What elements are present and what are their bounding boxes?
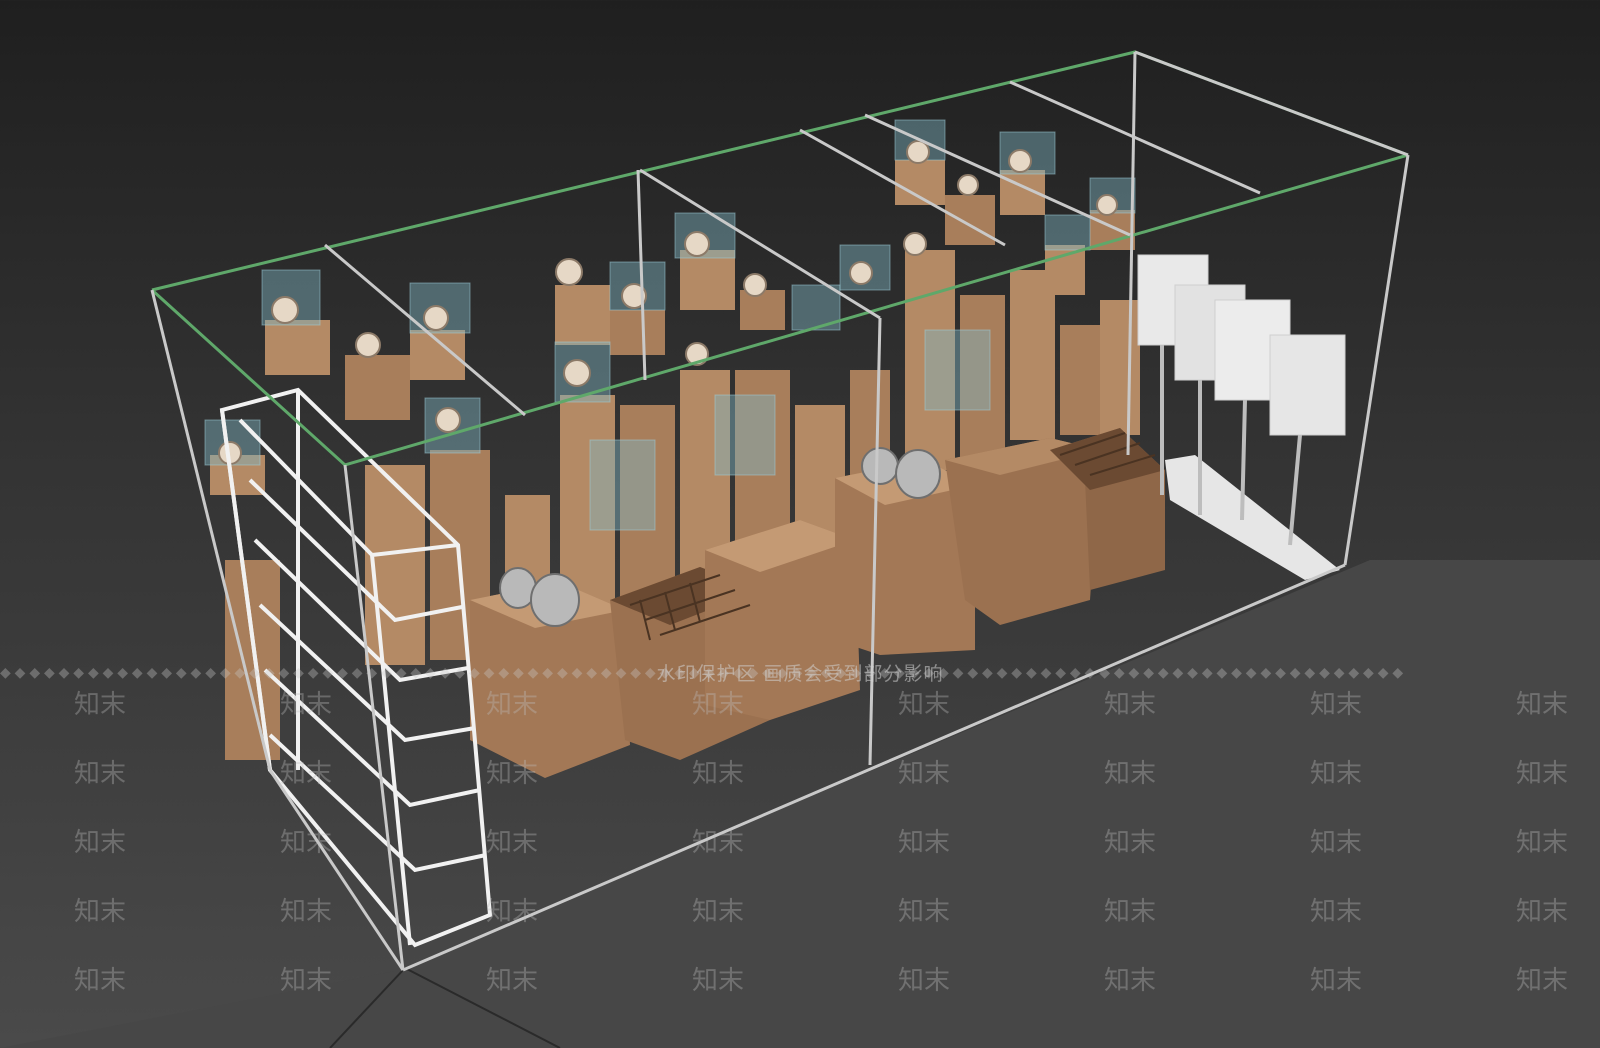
watermark-tile: 知末 [280, 966, 333, 996]
watermark-tile: 知末 [486, 897, 539, 927]
watermark-tile: 知末 [74, 828, 127, 858]
watermark-tile: 知末 [898, 828, 951, 858]
white-display-boxes[interactable] [1137, 254, 1346, 580]
white-box[interactable] [1269, 334, 1346, 436]
watermark-tile: 知末 [692, 690, 745, 720]
tall-column[interactable] [1100, 300, 1140, 435]
glass-case[interactable] [1044, 214, 1091, 251]
watermark-tile: 知末 [1104, 966, 1157, 996]
shell-ornament [903, 232, 927, 256]
watermark-tile: 知末 [1104, 828, 1157, 858]
vase [530, 573, 580, 627]
frame-vertical[interactable] [1343, 154, 1410, 566]
frame-top-back[interactable] [151, 50, 1409, 292]
shell-ornament [743, 273, 767, 297]
pedestal[interactable] [410, 330, 465, 380]
shell-ornament [1008, 149, 1032, 173]
watermark-tile: 知末 [1104, 897, 1157, 927]
watermark-tile: 知末 [1310, 690, 1363, 720]
watermark-tile: 知末 [280, 897, 333, 927]
pedestal[interactable] [555, 285, 610, 345]
watermark-tile: 知末 [1310, 828, 1363, 858]
watermark-tile: 知末 [486, 966, 539, 996]
watermark-tile: 知末 [1516, 759, 1569, 789]
vase [861, 447, 899, 485]
watermark-tile: 知末 [74, 690, 127, 720]
watermark-tile: 知末 [1516, 966, 1569, 996]
glass-case[interactable] [589, 439, 656, 531]
watermark-banner: 水印保护区 画质会受到部分影响 [656, 662, 944, 685]
shell-ornament [849, 261, 873, 285]
watermark-tile: 知末 [898, 897, 951, 927]
watermark-tile: 知末 [692, 966, 745, 996]
watermark-tile: 知末 [74, 897, 127, 927]
watermark-tile: 知末 [1310, 759, 1363, 789]
watermark-tile: 知末 [280, 828, 333, 858]
shell-ornament [957, 174, 979, 196]
watermark-tile: 知末 [486, 690, 539, 720]
watermark-tile: 知末 [692, 828, 745, 858]
white-base[interactable] [1165, 455, 1340, 580]
watermark-tile: 知末 [74, 759, 127, 789]
pedestal[interactable] [610, 310, 665, 355]
pedestal[interactable] [265, 320, 330, 375]
watermark-tile: 知末 [1516, 897, 1569, 927]
shell-ornament [563, 359, 591, 387]
watermark-tile: 知末 [1516, 828, 1569, 858]
tall-column[interactable] [1010, 270, 1055, 440]
glass-case[interactable] [714, 394, 776, 476]
3d-viewport[interactable]: ◆ ◆ ◆ ◆ ◆ ◆ ◆ ◆ ◆ ◆ ◆ ◆ ◆ ◆ ◆ ◆ ◆ ◆ ◆ ◆ … [0, 0, 1600, 1048]
pedestal[interactable] [945, 195, 995, 245]
shell-ornament [1096, 194, 1118, 216]
watermark-tile: 知末 [898, 690, 951, 720]
watermark-tile: 知末 [1310, 966, 1363, 996]
watermark-tile: 知末 [1310, 897, 1363, 927]
pedestal[interactable] [680, 250, 735, 310]
pedestal[interactable] [740, 290, 785, 330]
shell-ornament [684, 231, 710, 257]
watermark-tile: 知末 [74, 966, 127, 996]
glass-case[interactable] [924, 329, 991, 411]
watermark-tile: 知末 [692, 897, 745, 927]
shell-ornament [435, 407, 461, 433]
watermark-grid: 知末 知末 知末 知末 知末 知末 知末 知末 知末 知末 知末 知末 知末 知… [0, 684, 1600, 1048]
tall-column[interactable] [1060, 325, 1100, 435]
watermark-tile: 知末 [486, 828, 539, 858]
watermark-tile: 知末 [1104, 759, 1157, 789]
shell-ornament [271, 296, 299, 324]
pedestal[interactable] [345, 355, 410, 420]
watermark-tile: 知末 [280, 759, 333, 789]
watermark-tile: 知末 [692, 759, 745, 789]
pedestal[interactable] [1090, 210, 1135, 250]
watermark-tile: 知末 [280, 690, 333, 720]
watermark-tile: 知末 [1516, 690, 1569, 720]
vase [895, 449, 941, 499]
shell-ornament [423, 305, 449, 331]
frame-divider[interactable] [1134, 50, 1409, 157]
watermark-tile: 知末 [898, 966, 951, 996]
watermark-tile: 知末 [486, 759, 539, 789]
shell-ornament [555, 258, 583, 286]
watermark-tile: 知末 [1104, 690, 1157, 720]
watermark-tile: 知末 [898, 759, 951, 789]
shell-ornament [355, 332, 381, 358]
shell-ornament [906, 140, 930, 164]
